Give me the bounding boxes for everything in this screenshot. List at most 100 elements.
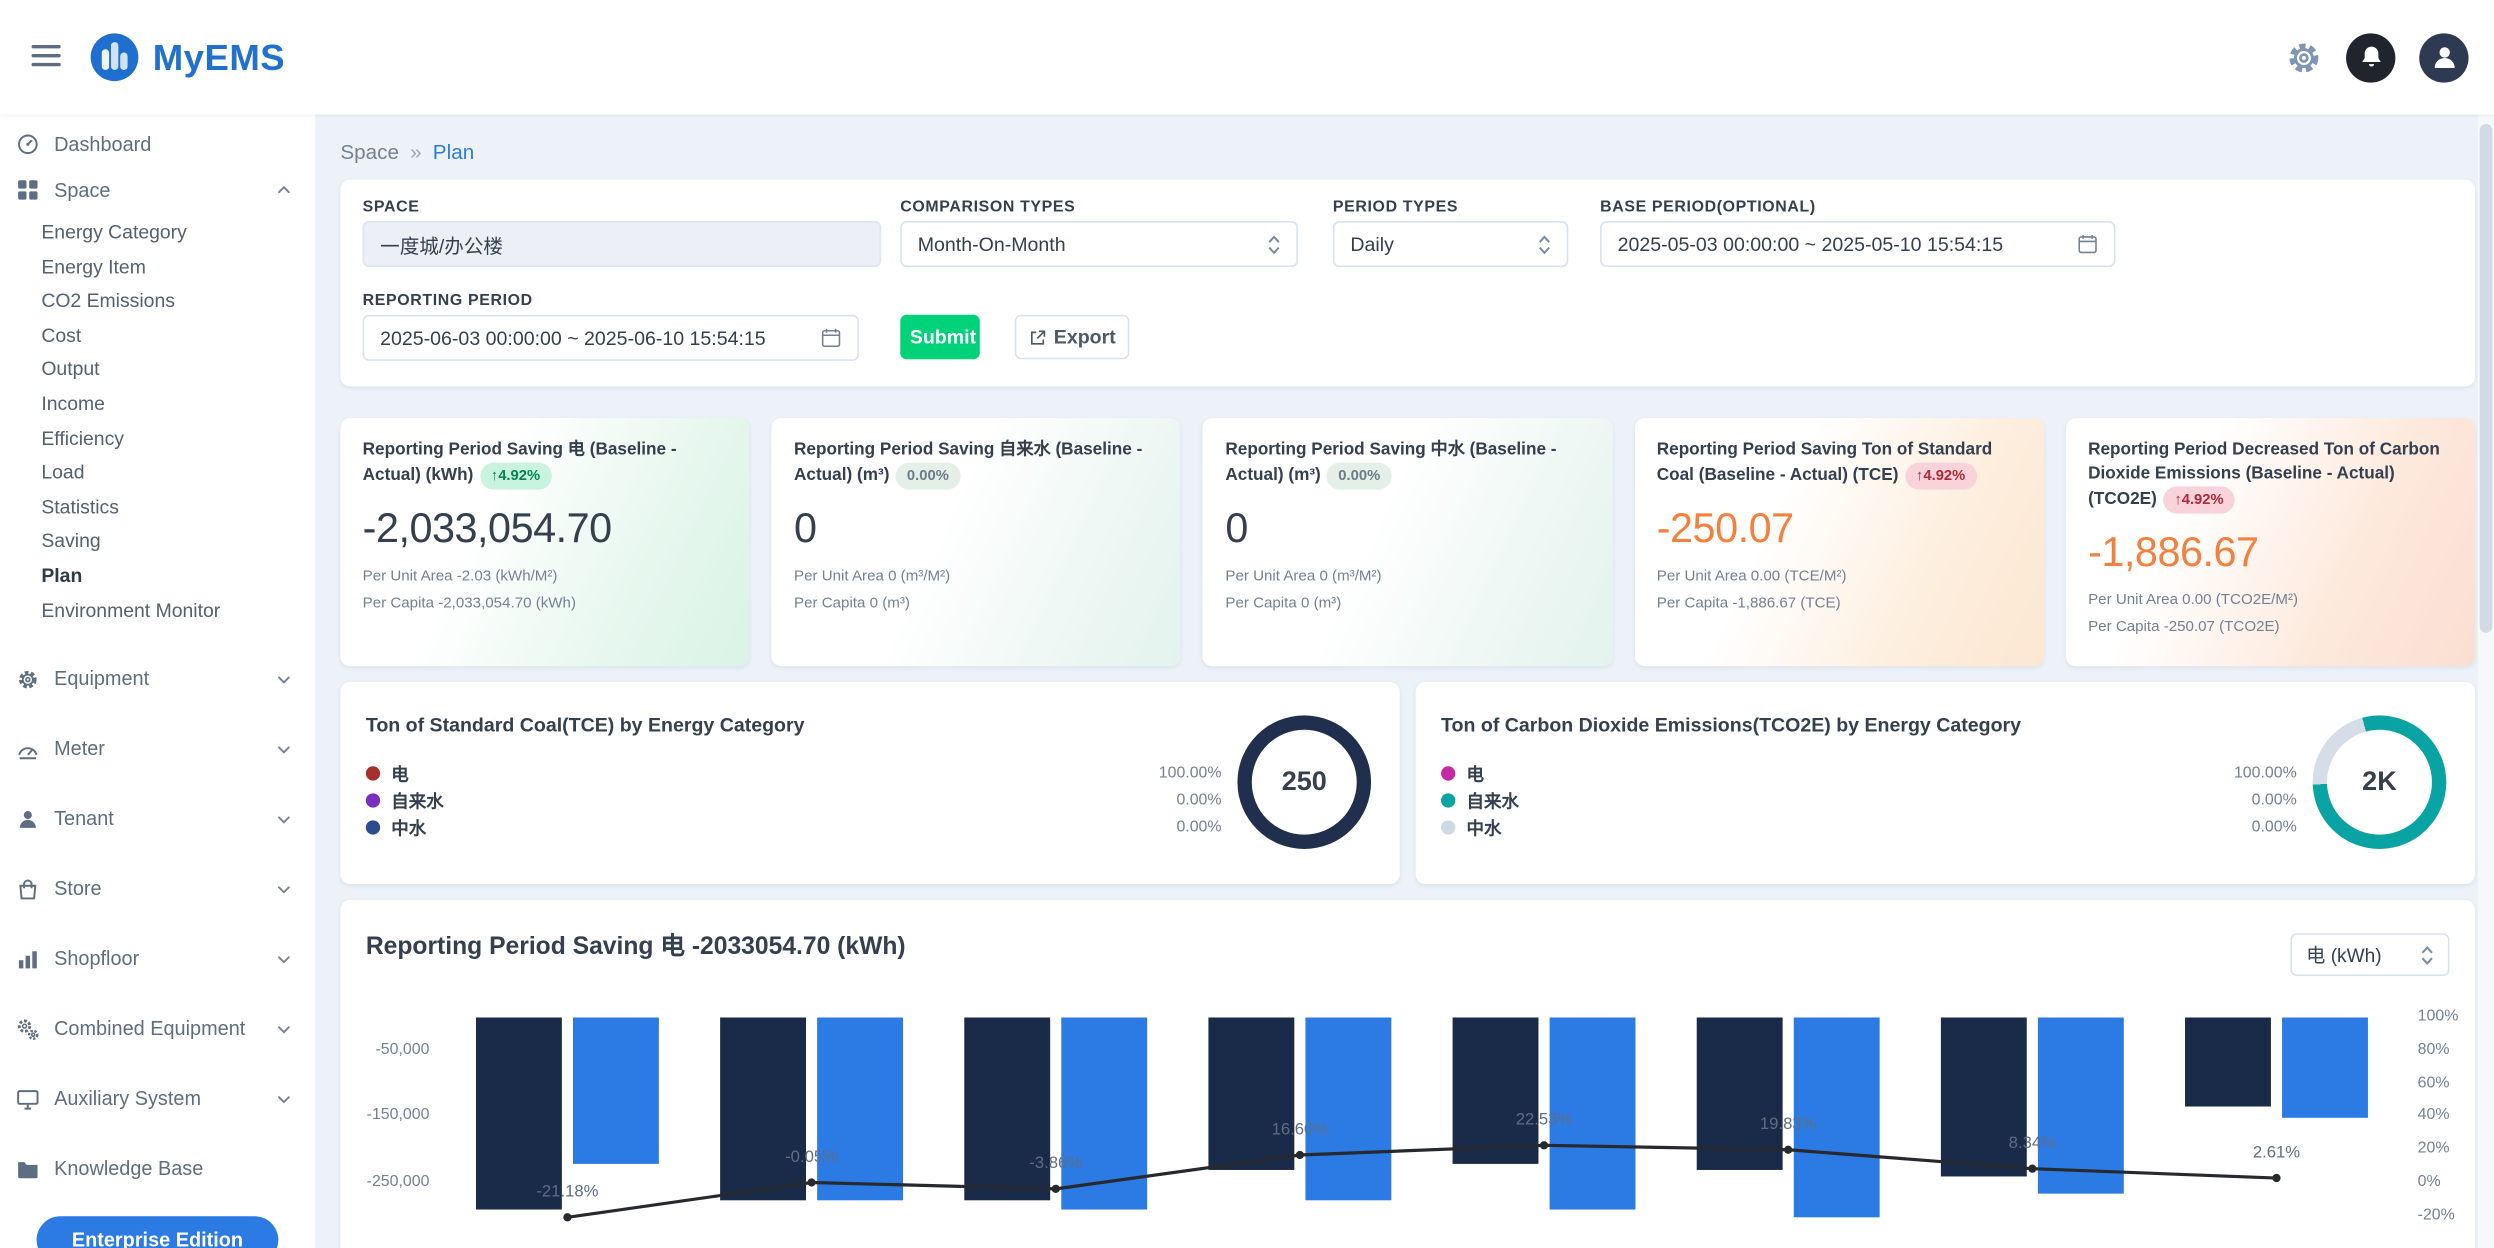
period-types-select[interactable]: Daily: [1333, 221, 1568, 267]
sidebar-item-combined-equipment[interactable]: Combined Equipment: [0, 994, 315, 1064]
sidebar-item-shopfloor[interactable]: Shopfloor: [0, 924, 315, 994]
stat-card-title: Reporting Period Saving 自来水 (Baseline - …: [794, 439, 1159, 490]
stat-badge: 0.00%: [1327, 463, 1391, 490]
line-point-label: 2.61%: [2253, 1142, 2300, 1161]
donut-center-value: 2K: [2327, 730, 2432, 835]
export-icon: [1028, 328, 1045, 345]
chevron-down-icon: [275, 670, 292, 687]
combined-equipment-icon: [16, 1017, 40, 1041]
settings-gear-icon[interactable]: [2286, 39, 2323, 76]
sidebar-subitem-saving[interactable]: Saving: [0, 525, 315, 559]
stat-card-3: Reporting Period Saving Ton of Standard …: [1634, 418, 2043, 666]
sidebar-subitem-load[interactable]: Load: [0, 457, 315, 491]
space-icon: [16, 178, 40, 202]
stat-value: -2,033,054.70: [363, 504, 728, 553]
sidebar-item-knowledge-base[interactable]: Knowledge Base: [0, 1134, 315, 1204]
brand[interactable]: MyEMS: [89, 32, 285, 83]
notifications-bell-icon[interactable]: [2346, 33, 2395, 82]
legend-item[interactable]: 自来水: [366, 787, 444, 814]
legend-dot-icon: [366, 820, 380, 834]
right-axis-tick: 40%: [2418, 1107, 2450, 1124]
sidebar-item-auxiliary-system[interactable]: Auxiliary System: [0, 1064, 315, 1134]
sidebar-subitem-environment-monitor[interactable]: Environment Monitor: [0, 594, 315, 628]
scrollbar-thumb[interactable]: [2480, 124, 2493, 633]
sidebar-item-equipment[interactable]: Equipment: [0, 644, 315, 714]
line-point-label: -3.86%: [1029, 1153, 1082, 1172]
stat-card-0: Reporting Period Saving 电 (Baseline - Ac…: [340, 418, 749, 666]
chart-title: Reporting Period Saving 电 -2033054.70 (k…: [366, 927, 906, 962]
legend-dot-icon: [1441, 820, 1455, 834]
space-input[interactable]: [363, 221, 882, 267]
reporting-period-input[interactable]: 2025-06-03 00:00:00 ~ 2025-06-10 15:54:1…: [363, 315, 859, 361]
comparison-types-select[interactable]: Month-On-Month: [900, 221, 1298, 267]
sidebar-item-dashboard[interactable]: Dashboard: [0, 121, 315, 167]
stat-cards-row: Reporting Period Saving 电 (Baseline - Ac…: [340, 418, 2475, 666]
line-point-1: [807, 1178, 815, 1186]
header-actions: [2286, 33, 2469, 82]
enterprise-edition-button[interactable]: Enterprise Edition: [37, 1216, 279, 1248]
donut-card-1: Ton of Carbon Dioxide Emissions(TCO2E) b…: [1416, 682, 2475, 884]
sidebar-subitem-energy-category[interactable]: Energy Category: [0, 216, 315, 250]
per-unit-area: Per Unit Area -2.03 (kWh/M²): [363, 568, 728, 585]
donut-percentages: 100.00%0.00%0.00%: [2234, 760, 2297, 841]
menu-icon[interactable]: [25, 37, 66, 78]
line-point-label: 19.83%: [1760, 1114, 1817, 1133]
filter-card: SPACE COMPARISON TYPES PERIOD TYPES BASE…: [340, 180, 2475, 387]
legend-item[interactable]: 自来水: [1441, 787, 1519, 814]
stat-card-4: Reporting Period Decreased Ton of Carbon…: [2066, 418, 2475, 666]
tenant-icon: [16, 807, 40, 831]
sidebar-subitem-efficiency[interactable]: Efficiency: [0, 422, 315, 456]
stat-value: 0: [1225, 504, 1590, 553]
line-point-3: [1296, 1151, 1304, 1159]
sidebar-item-tenant[interactable]: Tenant: [0, 784, 315, 854]
sidebar-subitem-plan[interactable]: Plan: [0, 560, 315, 594]
submit-button[interactable]: Submit: [900, 315, 980, 360]
chevron-down-icon: [275, 740, 292, 757]
user-avatar-icon[interactable]: [2419, 33, 2468, 82]
line-point-label: -21.18%: [536, 1182, 598, 1201]
line-point-6: [2028, 1165, 2036, 1173]
donut-percentages: 100.00%0.00%0.00%: [1159, 760, 1222, 841]
export-button[interactable]: Export: [1015, 315, 1130, 360]
bar-baseline-6: [1941, 1017, 2027, 1176]
base-period-input[interactable]: 2025-05-03 00:00:00 ~ 2025-05-10 15:54:1…: [1600, 221, 2115, 267]
line-point-7: [2272, 1174, 2280, 1182]
per-unit-area: Per Unit Area 0.00 (TCE/M²): [1657, 568, 2022, 585]
right-axis-tick: 20%: [2418, 1140, 2450, 1157]
donut-ring: 250: [1237, 715, 1371, 849]
unit-select[interactable]: 电 (kWh): [2290, 933, 2449, 976]
sidebar-subitem-statistics[interactable]: Statistics: [0, 491, 315, 525]
legend-percent: 0.00%: [2234, 787, 2297, 814]
donut-ring: 2K: [2313, 715, 2447, 849]
comparison-types-label: COMPARISON TYPES: [900, 199, 1075, 216]
bar-baseline-3: [1208, 1017, 1294, 1169]
bar-baseline-2: [964, 1017, 1050, 1200]
legend-percent: 0.00%: [1159, 814, 1222, 841]
myems-logo-icon: [89, 32, 140, 83]
legend-item[interactable]: 电: [366, 760, 444, 787]
stat-card-title: Reporting Period Saving Ton of Standard …: [1657, 439, 2022, 490]
stat-card-title: Reporting Period Saving 中水 (Baseline - A…: [1225, 439, 1590, 490]
legend-item[interactable]: 电: [1441, 760, 1519, 787]
sidebar-subitem-income[interactable]: Income: [0, 388, 315, 422]
top-header: MyEMS: [0, 0, 2494, 114]
donut-title: Ton of Standard Coal(TCE) by Energy Cate…: [366, 714, 805, 736]
knowledge-base-icon: [16, 1157, 40, 1181]
page-scrollbar[interactable]: [2478, 114, 2494, 1248]
chevron-down-icon: [275, 1020, 292, 1037]
stat-value: 0: [794, 504, 1159, 553]
stat-card-title: Reporting Period Decreased Ton of Carbon…: [2088, 439, 2453, 514]
sidebar-item-space[interactable]: Space: [0, 167, 315, 213]
sidebar-subitem-cost[interactable]: Cost: [0, 319, 315, 353]
breadcrumb-space[interactable]: Space: [340, 140, 399, 164]
sidebar-subitem-output[interactable]: Output: [0, 354, 315, 388]
sidebar-item-meter[interactable]: Meter: [0, 714, 315, 784]
auxiliary-system-icon: [16, 1087, 40, 1111]
legend-item[interactable]: 中水: [366, 814, 444, 841]
sidebar-item-store[interactable]: Store: [0, 854, 315, 924]
legend-item[interactable]: 中水: [1441, 814, 1519, 841]
left-axis-tick: -50,000: [340, 1041, 429, 1058]
sidebar-subitem-energy-item[interactable]: Energy Item: [0, 251, 315, 285]
bar-baseline-1: [720, 1017, 806, 1200]
sidebar-subitem-co2-emissions[interactable]: CO2 Emissions: [0, 285, 315, 319]
